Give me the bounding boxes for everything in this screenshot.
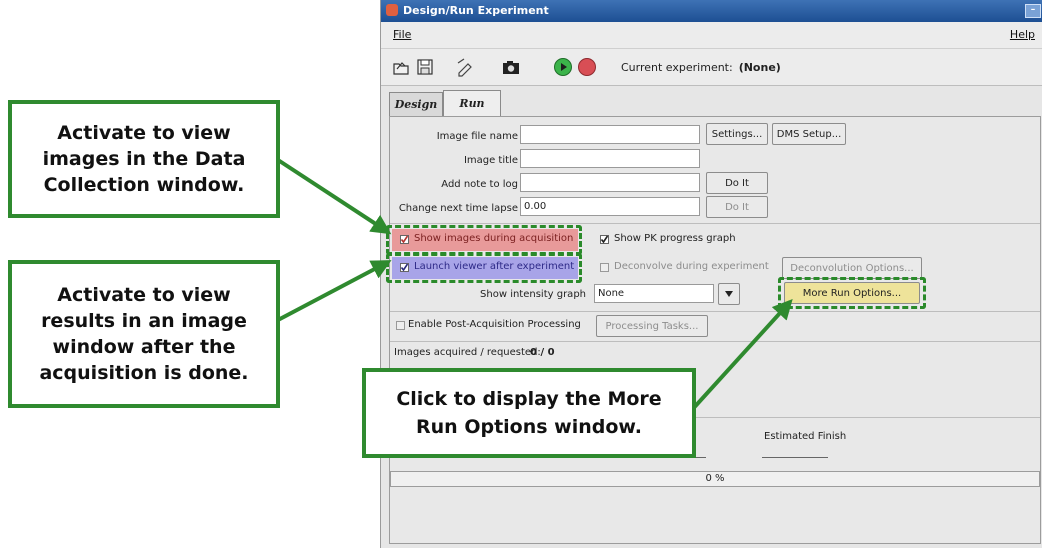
arrow-show-images [276,158,392,235]
arrow-launch-viewer [277,260,392,322]
callout-more-run-options: Click to display the More Run Options wi… [362,368,696,458]
arrow-more-run-options [688,299,793,414]
callout-show-images: Activate to view images in the Data Coll… [8,100,280,218]
callout-launch-viewer: Activate to view results in an image win… [8,260,280,408]
